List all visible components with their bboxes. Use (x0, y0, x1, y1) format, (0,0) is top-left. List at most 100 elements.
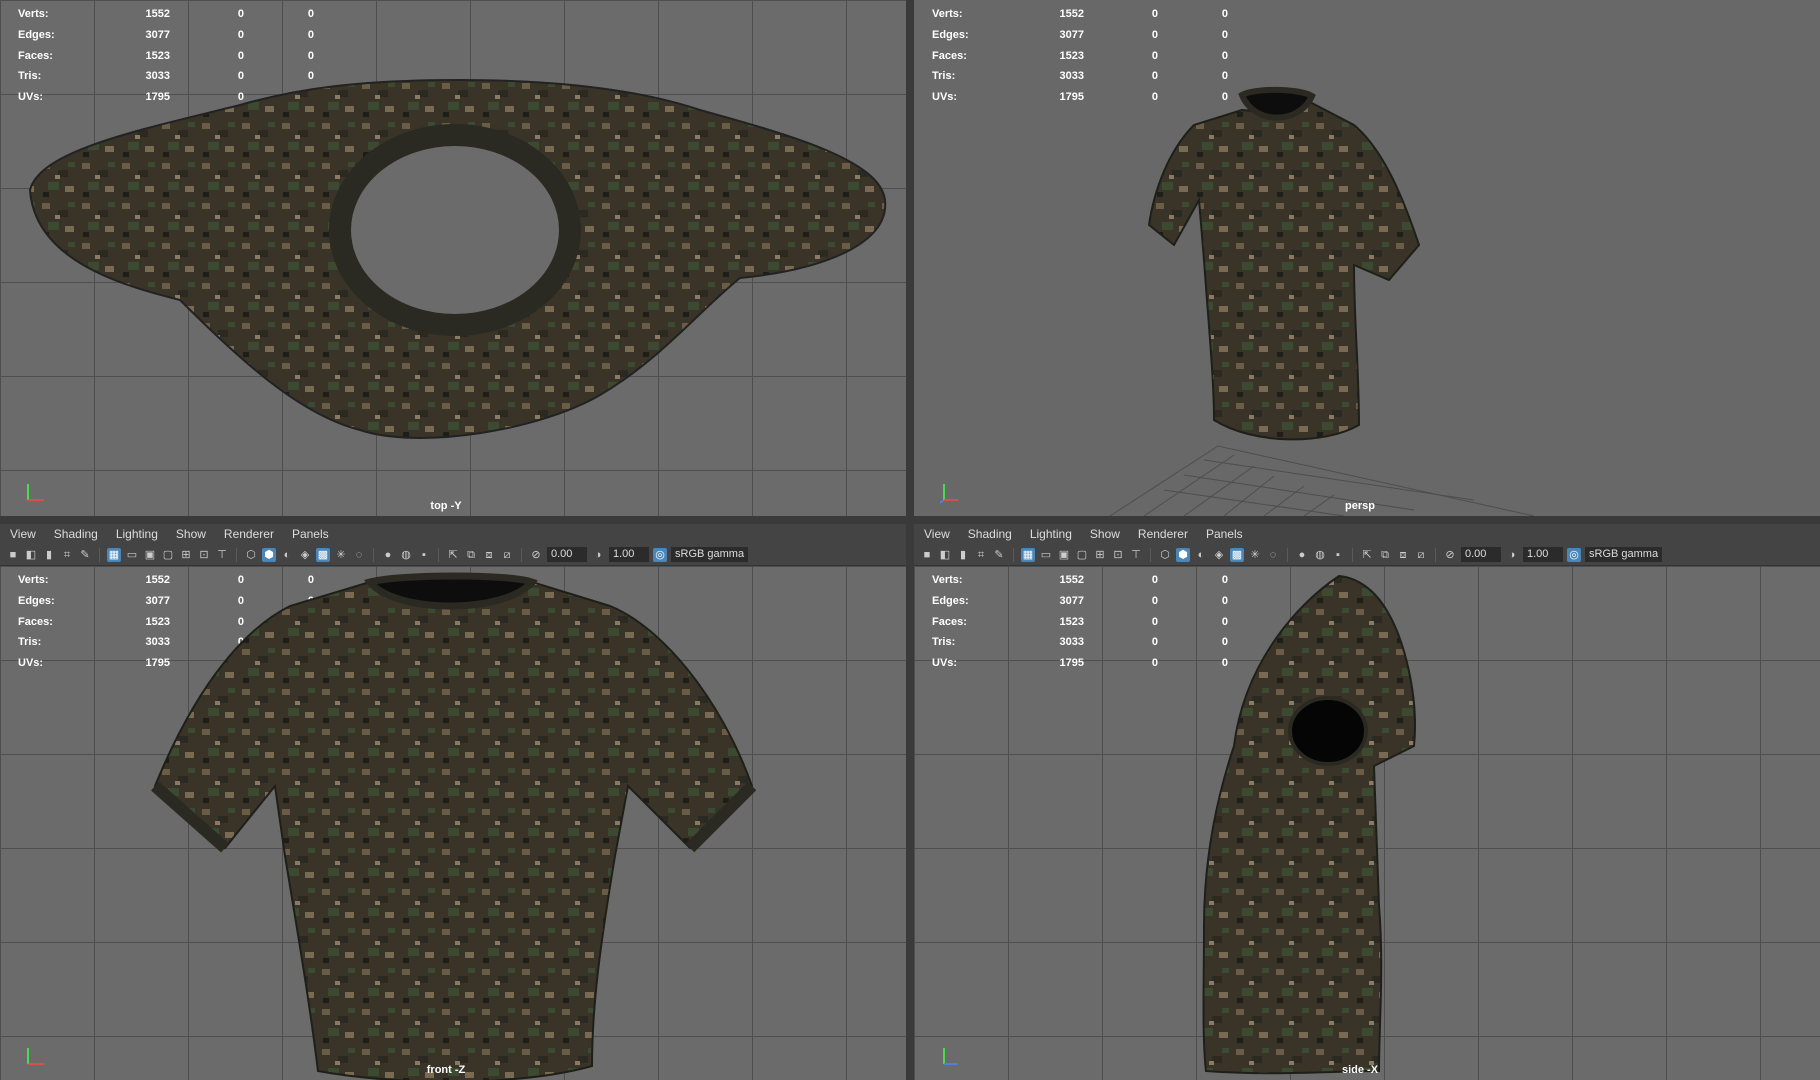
color-management-icon[interactable]: ◎ (1567, 547, 1581, 562)
gamma-icon[interactable]: ◑ (1505, 548, 1519, 562)
menu-renderer[interactable]: Renderer (224, 527, 274, 541)
xray-icon[interactable]: ⧉ (464, 548, 478, 562)
camera-attributes-icon[interactable]: ◧ (24, 548, 38, 562)
camera-label-front: front -Z (426, 1064, 466, 1076)
screen-space-ao-icon[interactable]: ● (381, 548, 395, 562)
shadows-icon[interactable]: ◌ (1266, 548, 1280, 562)
tshirt-front-view[interactable] (0, 566, 906, 1080)
axis-gizmo (27, 1048, 44, 1065)
gate-mask-icon[interactable]: ▢ (1075, 548, 1089, 562)
colorspace-label[interactable]: sRGB gamma (671, 547, 749, 562)
backface-culling-icon[interactable]: ⧄ (500, 548, 514, 562)
field-chart-icon[interactable]: ⊞ (1093, 548, 1107, 562)
anti-aliasing-icon[interactable]: ▪ (1331, 548, 1345, 562)
menu-shading[interactable]: Shading (54, 527, 98, 541)
screen-space-ao-icon[interactable]: ● (1295, 548, 1309, 562)
lights-icon[interactable]: ✳ (334, 548, 348, 562)
field-chart-icon[interactable]: ⊞ (179, 548, 193, 562)
toolbar-separator (1013, 547, 1014, 562)
toolbar-separator (1435, 547, 1436, 562)
xray-joints-icon[interactable]: ⧈ (482, 548, 496, 562)
image-plane-icon[interactable]: ⌗ (60, 548, 74, 562)
grid-icon[interactable]: ▦ (1021, 547, 1035, 562)
resolution-gate-icon[interactable]: ▣ (143, 548, 157, 562)
exposure-field[interactable]: 0.00 (1461, 547, 1501, 562)
side-viewport[interactable]: Verts: 1552 0 0 Edges: 3077 0 0 Faces: 1523 0 0 T… (914, 566, 1820, 1080)
default-material-icon[interactable]: ◐ (280, 548, 294, 562)
lights-icon[interactable]: ✳ (1248, 548, 1262, 562)
film-gate-icon[interactable]: ▭ (125, 548, 139, 562)
viewport-menubar-front: View Shading Lighting Show Renderer Pane… (0, 524, 906, 544)
default-material-icon[interactable]: ◐ (1194, 548, 1208, 562)
shadows-icon[interactable]: ◌ (352, 548, 366, 562)
textured-icon[interactable]: ▩ (1230, 547, 1244, 562)
menu-show[interactable]: Show (176, 527, 206, 541)
menu-panels[interactable]: Panels (292, 527, 329, 541)
panel-divider-horizontal[interactable] (0, 516, 1820, 524)
xray-joints-icon[interactable]: ⧈ (1396, 548, 1410, 562)
bookmark-icon[interactable]: ▮ (956, 548, 970, 562)
toolbar-separator (236, 547, 237, 562)
pan-zoom-icon[interactable]: ✎ (992, 548, 1006, 562)
isolate-select-icon[interactable]: ⇱ (1360, 548, 1374, 562)
camera-label-top: top -Y (430, 500, 462, 512)
menu-lighting[interactable]: Lighting (116, 527, 158, 541)
motion-blur-icon[interactable]: ◍ (1313, 548, 1327, 562)
front-viewport[interactable]: Verts:155200 Edges:307700 Faces:152300 T… (0, 566, 906, 1080)
safe-action-icon[interactable]: ⊡ (197, 548, 211, 562)
gate-mask-icon[interactable]: ▢ (161, 548, 175, 562)
safe-title-icon[interactable]: ⊤ (215, 548, 229, 562)
gamma-icon[interactable]: ◑ (591, 548, 605, 562)
wireframe-icon[interactable]: ⬡ (1158, 548, 1172, 562)
camera-label-persp: persp (1345, 500, 1375, 512)
isolate-select-icon[interactable]: ⇱ (446, 548, 460, 562)
camera-icon[interactable]: ■ (920, 548, 934, 562)
panel-divider-vertical[interactable] (906, 0, 914, 1080)
menu-shading[interactable]: Shading (968, 527, 1012, 541)
resolution-gate-icon[interactable]: ▣ (1057, 548, 1071, 562)
smooth-shade-icon[interactable]: ⬢ (262, 547, 276, 562)
menu-panels[interactable]: Panels (1206, 527, 1243, 541)
xray-icon[interactable]: ⧉ (1378, 548, 1392, 562)
exposure-icon[interactable]: ⊘ (1443, 548, 1457, 562)
colorspace-label[interactable]: sRGB gamma (1585, 547, 1663, 562)
textured-icon[interactable]: ▩ (316, 547, 330, 562)
menu-lighting[interactable]: Lighting (1030, 527, 1072, 541)
exposure-field[interactable]: 0.00 (547, 547, 587, 562)
toolbar-separator (99, 547, 100, 562)
grid-icon[interactable]: ▦ (107, 547, 121, 562)
color-management-icon[interactable]: ◎ (653, 547, 667, 562)
smooth-shade-icon[interactable]: ⬢ (1176, 547, 1190, 562)
camera-attributes-icon[interactable]: ◧ (938, 548, 952, 562)
wireframe-on-shaded-icon[interactable]: ◈ (1212, 548, 1226, 562)
camera-icon[interactable]: ■ (6, 548, 20, 562)
film-gate-icon[interactable]: ▭ (1039, 548, 1053, 562)
toolbar-separator (521, 547, 522, 562)
backface-culling-icon[interactable]: ⧄ (1414, 548, 1428, 562)
tshirt-side-view[interactable] (914, 566, 1820, 1080)
safe-title-icon[interactable]: ⊤ (1129, 548, 1143, 562)
toolbar-separator (1150, 547, 1151, 562)
menu-view[interactable]: View (924, 527, 950, 541)
pan-zoom-icon[interactable]: ✎ (78, 548, 92, 562)
anti-aliasing-icon[interactable]: ▪ (417, 548, 431, 562)
image-plane-icon[interactable]: ⌗ (974, 548, 988, 562)
menu-show[interactable]: Show (1090, 527, 1120, 541)
menu-view[interactable]: View (10, 527, 36, 541)
top-viewport[interactable]: Verts: 1552 0 0 Edges: 3077 0 0 Faces: 1523 0 0 T… (0, 0, 906, 516)
toolbar-separator (438, 547, 439, 562)
exposure-icon[interactable]: ⊘ (529, 548, 543, 562)
safe-action-icon[interactable]: ⊡ (1111, 548, 1125, 562)
motion-blur-icon[interactable]: ◍ (399, 548, 413, 562)
persp-viewport[interactable]: Verts: 1552 0 0 Edges: 3077 0 0 Faces: 1523 0 0 T… (914, 0, 1820, 516)
bookmark-icon[interactable]: ▮ (42, 548, 56, 562)
tshirt-persp-view[interactable] (914, 0, 1820, 516)
axis-gizmo (27, 484, 44, 501)
wireframe-icon[interactable]: ⬡ (244, 548, 258, 562)
gamma-field[interactable]: 1.00 (1523, 547, 1563, 562)
wireframe-on-shaded-icon[interactable]: ◈ (298, 548, 312, 562)
menu-renderer[interactable]: Renderer (1138, 527, 1188, 541)
axis-gizmo (939, 484, 958, 504)
tshirt-top-view[interactable] (0, 0, 906, 516)
gamma-field[interactable]: 1.00 (609, 547, 649, 562)
